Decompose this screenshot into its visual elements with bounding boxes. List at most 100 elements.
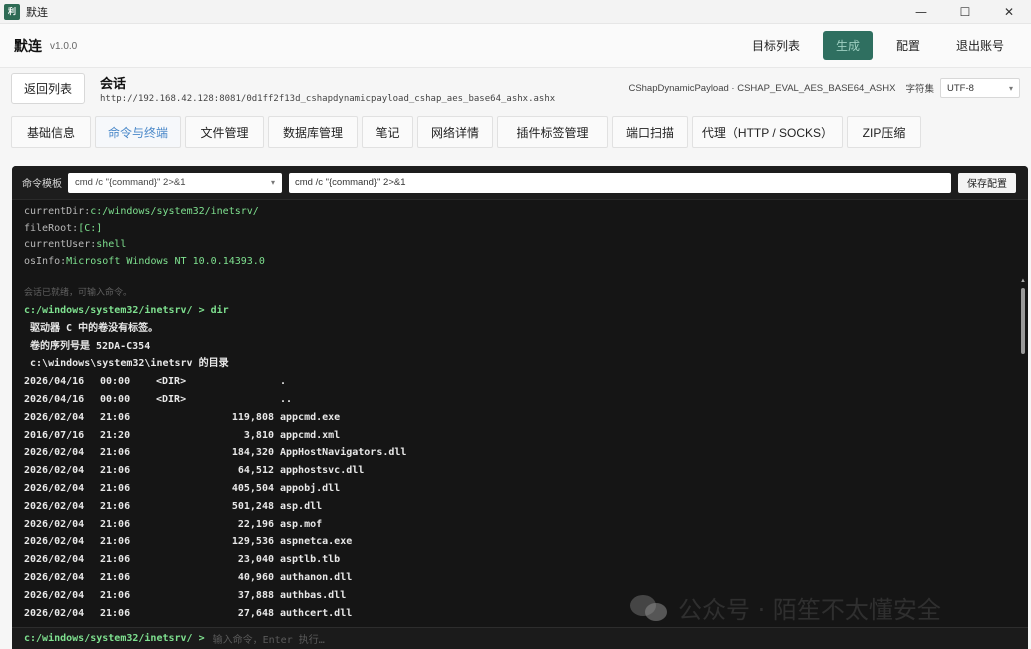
charset-value: UTF-8 bbox=[947, 82, 974, 94]
dir-entry-row: 2026/02/04 21:06 405,504 appobj.dll bbox=[24, 480, 1014, 498]
dir-entry-size: 40,960 bbox=[237, 571, 274, 583]
dir-entry-time: 21:20 bbox=[100, 429, 131, 441]
tab-zip[interactable]: ZIP压缩 bbox=[847, 116, 921, 148]
scroll-up-icon[interactable]: ▲ bbox=[1020, 278, 1026, 284]
command-input-bar[interactable]: c:/windows/system32/inetsrv/ > 输入命令，Ente… bbox=[12, 627, 1028, 649]
dir-entry-name: appcmd.xml bbox=[280, 429, 341, 441]
targets-button[interactable]: 目标列表 bbox=[739, 31, 813, 60]
tab-database[interactable]: 数据库管理 bbox=[268, 116, 358, 148]
dir-entry-time: 21:06 bbox=[100, 607, 131, 619]
dir-entry-size bbox=[212, 391, 280, 409]
output-line: c:\windows\system32\inetsrv 的目录 bbox=[24, 358, 229, 370]
output-line: 驱动器 C 中的卷没有标签。 bbox=[24, 322, 159, 334]
template-input[interactable]: cmd /c "{command}" 2>&1 bbox=[289, 172, 951, 193]
session-url: http://192.168.42.128:8081/0d1ff2f13d_cs… bbox=[100, 93, 556, 104]
dir-entry-dir bbox=[156, 462, 212, 480]
version-label: v1.0.0 bbox=[50, 41, 78, 52]
tab-basic-info[interactable]: 基础信息 bbox=[11, 116, 91, 148]
dir-entry-row: 2026/02/04 21:06 119,808 appcmd.exe bbox=[24, 409, 1014, 427]
terminal-output: currentDir: c:/windows/system32/inetsrv/ … bbox=[24, 204, 1014, 622]
tab-proxy[interactable]: 代理（HTTP / SOCKS） bbox=[692, 116, 843, 148]
minimize-icon[interactable]: — bbox=[899, 0, 943, 24]
dir-entry-size: 23,040 bbox=[237, 554, 274, 566]
watermark: 公众号 · 陌笙不太懂安全 bbox=[630, 590, 941, 625]
dir-entry-time: 21:06 bbox=[100, 482, 131, 494]
dir-entry-size: 405,504 bbox=[231, 482, 274, 494]
dir-listing: 2026/04/16 00:00 <DIR>. 2026/04/16 00:00 <DIR… bbox=[24, 373, 1014, 622]
dir-entry-dir bbox=[156, 444, 212, 462]
dir-entry-name: asp.mof bbox=[280, 518, 323, 530]
dir-entry-size: 22,196 bbox=[237, 518, 274, 530]
dir-entry-dir: <DIR> bbox=[156, 376, 187, 388]
dir-entry-dir bbox=[156, 551, 212, 569]
input-prompt: c:/windows/system32/inetsrv/ > bbox=[24, 633, 205, 644]
dir-entry-date: 2026/02/04 bbox=[24, 589, 85, 601]
dir-entry-name: . bbox=[280, 376, 287, 388]
tab-network[interactable]: 网络详情 bbox=[417, 116, 493, 148]
dir-entry-row: 2026/02/04 21:06 184,320 AppHostNavigators.… bbox=[24, 444, 1014, 462]
generate-button[interactable]: 生成 bbox=[822, 31, 873, 60]
info-line: fileRoot:[C:] bbox=[24, 221, 1014, 238]
dir-entry-date: 2016/07/16 bbox=[24, 429, 85, 441]
chevron-down-icon: ▾ bbox=[270, 178, 275, 187]
tab-plugins[interactable]: 插件标签管理 bbox=[497, 116, 608, 148]
dir-entry-time: 21:06 bbox=[100, 589, 131, 601]
back-to-list-button[interactable]: 返回列表 bbox=[11, 72, 86, 104]
template-select-value: cmd /c "{command}" 2>&1 bbox=[75, 177, 186, 188]
dir-entry-name: appcmd.exe bbox=[280, 411, 341, 423]
window-controls: — ☐ ✕ bbox=[899, 0, 1031, 24]
charset-select[interactable]: UTF-8 ▾ bbox=[940, 78, 1020, 98]
info-line: currentUser:shell bbox=[24, 237, 1014, 254]
dir-entry-dir bbox=[156, 427, 212, 445]
dir-entry-name: AppHostNavigators.dll bbox=[280, 447, 407, 459]
template-label: 命令模板 bbox=[22, 179, 62, 190]
command-prompt: c:/windows/system32/inetsrv/ > dir bbox=[24, 304, 229, 316]
header-nav: 目标列表 生成 配置 退出账号 bbox=[729, 31, 1017, 60]
dir-entry-size: 37,888 bbox=[237, 589, 274, 601]
dir-entry-date: 2026/02/04 bbox=[24, 482, 85, 494]
dir-entry-row: 2026/04/16 00:00 <DIR>. bbox=[24, 373, 1014, 391]
brand-name: 默连 bbox=[14, 37, 42, 54]
dir-entry-time: 00:00 bbox=[100, 393, 131, 405]
save-config-button[interactable]: 保存配置 bbox=[958, 172, 1016, 193]
dir-entry-row: 2026/02/04 21:06 23,040 asptlb.tlb bbox=[24, 551, 1014, 569]
dir-entry-size: 184,320 bbox=[231, 447, 274, 459]
dir-entry-dir bbox=[156, 533, 212, 551]
dir-entry-size: 3,810 bbox=[243, 429, 274, 441]
dir-entry-dir bbox=[156, 605, 212, 623]
app-window: 利 默连 — ☐ ✕ 默连 v1.0.0 目标列表 生成 配置 退出账号 返回列… bbox=[0, 0, 1031, 649]
command-input[interactable]: 输入命令，Enter 执行… bbox=[213, 631, 325, 646]
watermark-text: 公众号 · 陌笙不太懂安全 bbox=[678, 596, 941, 624]
session-info: 会话 http://192.168.42.128:8081/0d1ff2f13d… bbox=[100, 73, 555, 104]
dir-entry-date: 2026/02/04 bbox=[24, 500, 85, 512]
terminal-scrollbar[interactable]: ▲ bbox=[1020, 278, 1026, 638]
scroll-thumb[interactable] bbox=[1021, 288, 1025, 354]
dir-entry-time: 21:06 bbox=[100, 411, 131, 423]
tab-notes[interactable]: 笔记 bbox=[362, 116, 413, 148]
dir-entry-row: 2026/04/16 00:00 <DIR>.. bbox=[24, 391, 1014, 409]
dir-entry-time: 21:06 bbox=[100, 518, 131, 530]
dir-entry-name: asp.dll bbox=[280, 500, 323, 512]
session-bar: 返回列表 会话 http://192.168.42.128:8081/0d1ff… bbox=[0, 68, 1031, 108]
info-key: osInfo: bbox=[24, 256, 67, 268]
tab-command-terminal[interactable]: 命令与终端 bbox=[95, 116, 181, 148]
dir-entry-time: 21:06 bbox=[100, 465, 131, 477]
dir-entry-row: 2026/02/04 21:06 501,248 asp.dll bbox=[24, 498, 1014, 516]
tab-file-manager[interactable]: 文件管理 bbox=[185, 116, 264, 148]
dir-entry-time: 21:06 bbox=[100, 500, 131, 512]
info-line: currentDir:c:/windows/system32/inetsrv/ bbox=[24, 204, 1014, 221]
dir-entry-name: aspnetca.exe bbox=[280, 536, 353, 548]
chevron-down-icon: ▾ bbox=[1008, 83, 1013, 93]
wechat-icon bbox=[630, 593, 670, 623]
tab-port-scan[interactable]: 端口扫描 bbox=[612, 116, 688, 148]
maximize-icon[interactable]: ☐ bbox=[943, 0, 987, 24]
close-icon[interactable]: ✕ bbox=[987, 0, 1031, 24]
output-line: 卷的序列号是 52DA-C354 bbox=[24, 340, 151, 352]
dir-entry-dir bbox=[156, 409, 212, 427]
logout-button[interactable]: 退出账号 bbox=[943, 31, 1017, 60]
template-select[interactable]: cmd /c "{command}" 2>&1 ▾ bbox=[68, 172, 282, 193]
info-line: osInfo:Microsoft Windows NT 10.0.14393.0 bbox=[24, 254, 1014, 271]
info-value: c:/windows/system32/inetsrv/ bbox=[90, 206, 259, 217]
config-button[interactable]: 配置 bbox=[883, 31, 933, 60]
dir-entry-time: 00:00 bbox=[100, 376, 131, 388]
